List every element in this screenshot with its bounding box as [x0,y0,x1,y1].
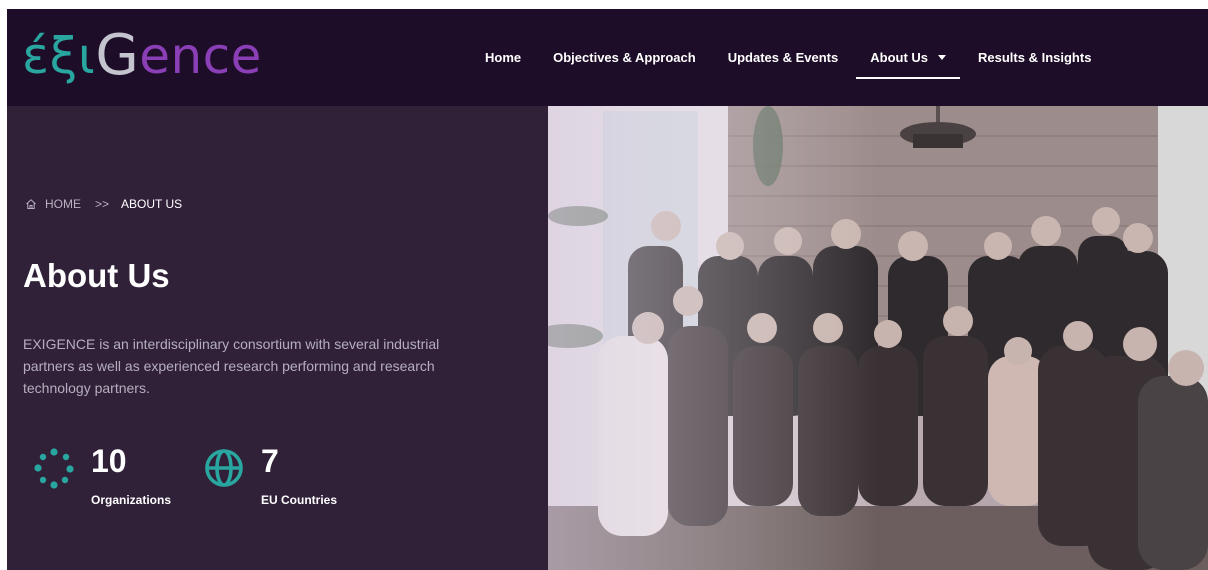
page-title: About Us [23,257,170,294]
nav-home[interactable]: Home [485,44,521,71]
breadcrumb: HOME >> ABOUT US [25,197,182,211]
logo-part-2: G [95,23,140,88]
main-nav: Home Objectives & Approach Updates & Eve… [469,9,1107,106]
chevron-down-icon [938,55,947,60]
nav-updates-events[interactable]: Updates & Events [728,44,839,71]
stat-organizations-label: Organizations [91,493,172,507]
nav-results-label: Results & Insights [978,50,1092,65]
team-photo [548,106,1208,570]
stat-countries-label: EU Countries [261,493,338,507]
breadcrumb-home[interactable]: HOME [45,197,81,211]
nav-about-us[interactable]: About Us [856,44,960,79]
nav-results-insights[interactable]: Results & Insights [978,44,1091,71]
nav-objectives-label: Objectives & Approach [553,50,696,65]
stat-countries-text: 7 EU Countries [261,443,337,507]
stat-organizations-number: 10 [91,443,127,479]
nav-objectives[interactable]: Objectives & Approach [553,44,696,71]
nav-about-label: About Us [870,50,929,65]
team-photo-illustration [548,106,1208,570]
logo-part-3: ence [139,27,262,85]
stat-eu-countries: 7 EU Countries [203,443,337,507]
page-frame: έξι Gence Home Objectives & Approach Upda… [7,9,1208,570]
stat-organizations: 10 Organizations [33,443,171,507]
stat-organizations-text: 10 Organizations [91,443,171,507]
network-dots-icon [34,448,74,489]
globe-icon [205,449,243,487]
stat-countries-number: 7 [261,443,279,479]
home-icon[interactable] [25,198,37,210]
nav-updates-label: Updates & Events [727,50,839,65]
logo-part-1: έξι [22,27,96,85]
site-header: έξι Gence Home Objectives & Approach Upda… [7,9,1208,106]
nav-home-label: Home [485,50,522,65]
breadcrumb-current: ABOUT US [121,197,183,211]
breadcrumb-separator: >> [95,197,110,211]
site-logo[interactable]: έξι Gence [22,21,262,91]
hero-description: EXIGENCE is an interdisciplinary consort… [23,336,440,396]
